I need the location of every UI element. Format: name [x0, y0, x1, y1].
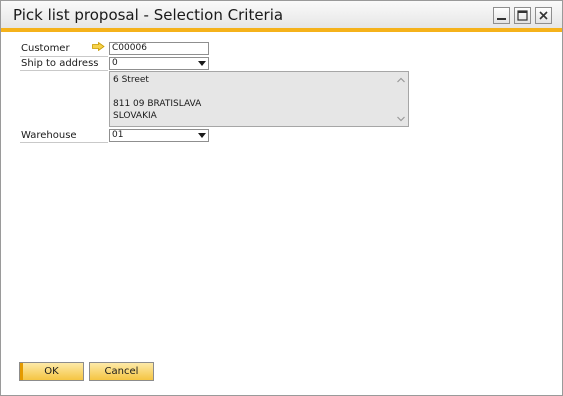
close-icon: [539, 11, 548, 20]
warehouse-value: 01: [112, 130, 124, 140]
cancel-button-label: Cancel: [104, 366, 139, 377]
window-title: Pick list proposal - Selection Criteria: [13, 6, 284, 24]
maximize-button[interactable]: [514, 7, 531, 24]
warehouse-select[interactable]: 01: [109, 129, 209, 142]
ship-to-value: 0: [112, 58, 118, 68]
warehouse-label-underline: [20, 142, 108, 143]
cancel-button[interactable]: Cancel: [89, 362, 154, 381]
chevron-down-icon: [198, 133, 206, 138]
address-line: SLOVAKIA: [113, 111, 157, 121]
address-line: 6 Street: [113, 75, 149, 85]
scroll-up-icon[interactable]: [397, 77, 405, 83]
maximize-icon: [517, 10, 528, 21]
minimize-button[interactable]: [493, 7, 510, 24]
ship-to-select[interactable]: 0: [109, 57, 209, 70]
address-line: 811 09 BRATISLAVA: [113, 99, 202, 109]
customer-label: Customer: [21, 43, 70, 54]
title-accent-bar: [1, 28, 562, 32]
customer-label-underline: [20, 56, 108, 57]
ok-button-label: OK: [44, 366, 59, 377]
close-button[interactable]: [535, 7, 552, 24]
minimize-icon: [497, 18, 506, 20]
chevron-down-icon: [198, 61, 206, 66]
scroll-down-icon[interactable]: [397, 116, 405, 122]
address-textarea[interactable]: 6 Street 811 09 BRATISLAVA SLOVAKIA: [109, 71, 409, 127]
warehouse-label: Warehouse: [21, 130, 77, 141]
address-line: [113, 86, 405, 98]
dialog-window: Pick list proposal - Selection Criteria …: [0, 0, 563, 396]
customer-value: C00006: [112, 43, 147, 53]
customer-input[interactable]: C00006: [109, 42, 209, 55]
ship-to-label-underline: [20, 70, 108, 71]
default-button-marker: [20, 363, 23, 380]
ship-to-label: Ship to address: [21, 58, 99, 69]
link-arrow-icon[interactable]: [92, 42, 105, 51]
ok-button[interactable]: OK: [19, 362, 84, 381]
title-bar[interactable]: Pick list proposal - Selection Criteria: [1, 1, 562, 28]
